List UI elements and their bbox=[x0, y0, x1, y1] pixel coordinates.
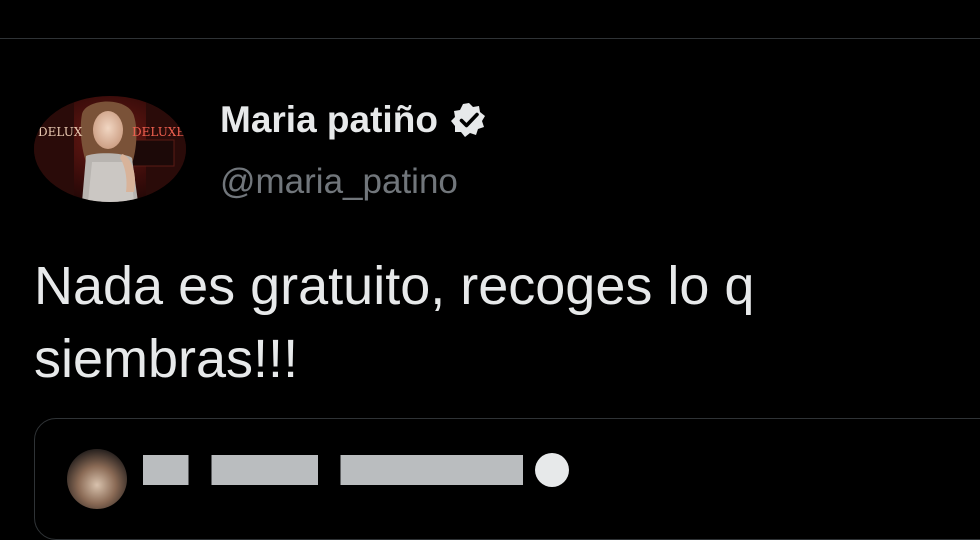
display-name[interactable]: Maria patiño bbox=[220, 98, 438, 142]
quoted-tweet-verified-icon bbox=[535, 453, 569, 487]
avatar[interactable]: DELUX DELUXE bbox=[34, 96, 186, 202]
quoted-tweet-card[interactable] bbox=[34, 418, 980, 540]
name-row: Maria patiño bbox=[220, 98, 488, 142]
avatar-logo-text-left: DELUX bbox=[38, 125, 83, 139]
quoted-tweet-name-cropped bbox=[143, 455, 523, 485]
avatar-image: DELUX DELUXE bbox=[34, 96, 186, 202]
top-divider bbox=[0, 38, 980, 39]
handle[interactable]: @maria_patino bbox=[220, 162, 488, 202]
tweet-text: Nada es gratuito, recoges lo q siembras!… bbox=[34, 256, 755, 389]
tweet-header: DELUX DELUXE Maria patiño @maria_patino bbox=[34, 96, 488, 202]
verified-badge-icon bbox=[450, 101, 488, 139]
user-block: Maria patiño @maria_patino bbox=[220, 98, 488, 202]
quoted-tweet-avatar[interactable] bbox=[67, 449, 127, 509]
avatar-logo-text-right: DELUXE bbox=[132, 125, 185, 139]
